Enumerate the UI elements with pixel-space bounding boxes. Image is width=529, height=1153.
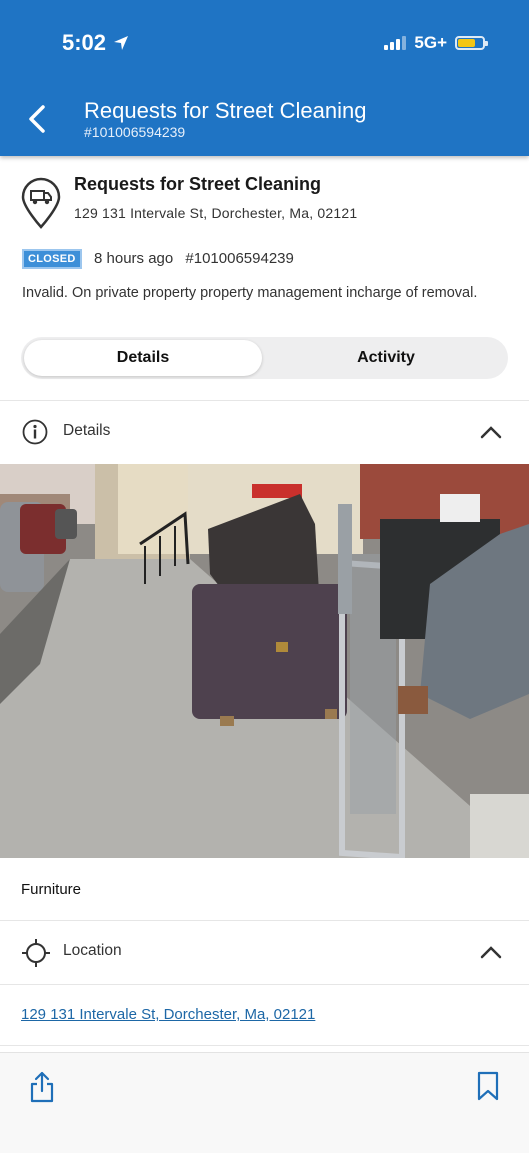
- page-title: Requests for Street Cleaning: [84, 98, 367, 123]
- location-arrow-icon: [114, 36, 129, 50]
- status-badge: CLOSED: [22, 249, 82, 269]
- status-time: 5:02: [62, 30, 130, 56]
- back-chevron-icon[interactable]: [26, 104, 48, 134]
- request-id: #101006594239: [185, 250, 294, 267]
- details-section-label: Details: [63, 422, 111, 439]
- page-subtitle: #101006594239: [84, 124, 186, 140]
- location-address-link[interactable]: 129 131 Intervale St, Dorchester, Ma, 02…: [21, 1006, 315, 1023]
- request-age: 8 hours ago: [94, 250, 174, 267]
- status-indicators: 5G+: [384, 33, 488, 53]
- truck-pin-icon: [21, 177, 61, 229]
- chevron-up-icon[interactable]: [479, 424, 503, 440]
- bookmark-icon[interactable]: [477, 1071, 499, 1101]
- tab-details[interactable]: Details: [24, 340, 262, 376]
- divider: [0, 1045, 529, 1046]
- request-address: 129 131 Intervale St, Dorchester, Ma, 02…: [74, 205, 358, 221]
- clock: 5:02: [62, 30, 107, 55]
- info-icon: [22, 419, 48, 445]
- battery-icon: [455, 36, 488, 50]
- details-section-header[interactable]: Details: [0, 401, 529, 463]
- tab-activity[interactable]: Activity: [267, 340, 505, 376]
- request-title: Requests for Street Cleaning: [74, 174, 322, 194]
- segmented-control: Details Activity: [21, 337, 508, 379]
- signal-icon: [384, 36, 407, 50]
- bottom-toolbar: [0, 1052, 529, 1153]
- request-description: Invalid. On private property property ma…: [22, 285, 478, 301]
- divider: [0, 984, 529, 985]
- photo-caption: Furniture: [21, 881, 82, 898]
- app-header: 5:02 5G+ Requests for Street Cleaning #1…: [0, 0, 529, 156]
- location-section-label: Location: [63, 942, 122, 959]
- network-label: 5G+: [414, 33, 447, 52]
- request-photo[interactable]: [0, 464, 529, 858]
- location-section-header[interactable]: Location: [0, 921, 529, 983]
- share-icon[interactable]: [29, 1071, 55, 1103]
- crosshair-icon: [22, 939, 50, 967]
- request-meta: 8 hours ago #101006594239: [94, 250, 294, 267]
- chevron-up-icon[interactable]: [479, 944, 503, 960]
